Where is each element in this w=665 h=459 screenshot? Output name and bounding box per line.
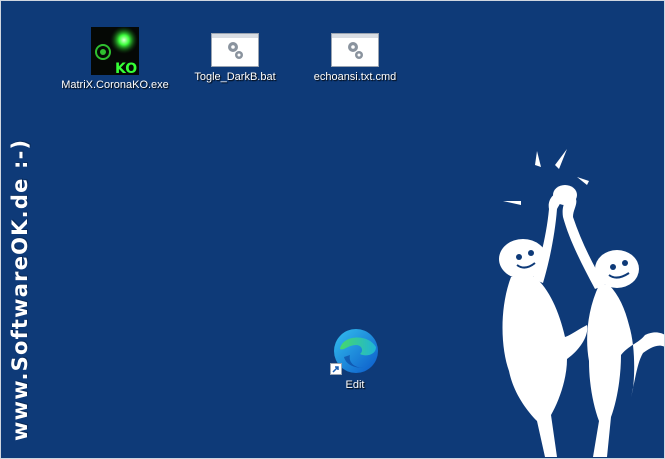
desktop[interactable]: www.SoftwareOK.de :-) KO MatriX.CoronaKO… <box>0 0 665 459</box>
shortcut-arrow-icon <box>330 363 342 375</box>
desktop-icon-echoansi[interactable]: echoansi.txt.cmd <box>295 27 415 83</box>
batch-file-icon <box>211 33 259 67</box>
desktop-icon-label: MatriX.CoronaKO.exe <box>61 79 169 91</box>
high-five-figures-illustration <box>499 149 664 457</box>
desktop-icon-matrix-coronako[interactable]: KO MatriX.CoronaKO.exe <box>55 27 175 91</box>
desktop-icon-label: Edit <box>345 379 365 391</box>
desktop-icon-label: Togle_DarkB.bat <box>194 71 276 83</box>
matrix-ko-badge: KO <box>115 61 137 75</box>
desktop-icon-togle-darkb[interactable]: Togle_DarkB.bat <box>175 27 295 83</box>
desktop-icon-edit-shortcut[interactable]: Edit <box>295 327 415 391</box>
softwareok-watermark: www.SoftwareOK.de :-) <box>8 138 32 441</box>
matrix-app-icon: KO <box>91 27 139 75</box>
batch-file-icon <box>331 33 379 67</box>
desktop-icon-label: echoansi.txt.cmd <box>313 71 397 83</box>
